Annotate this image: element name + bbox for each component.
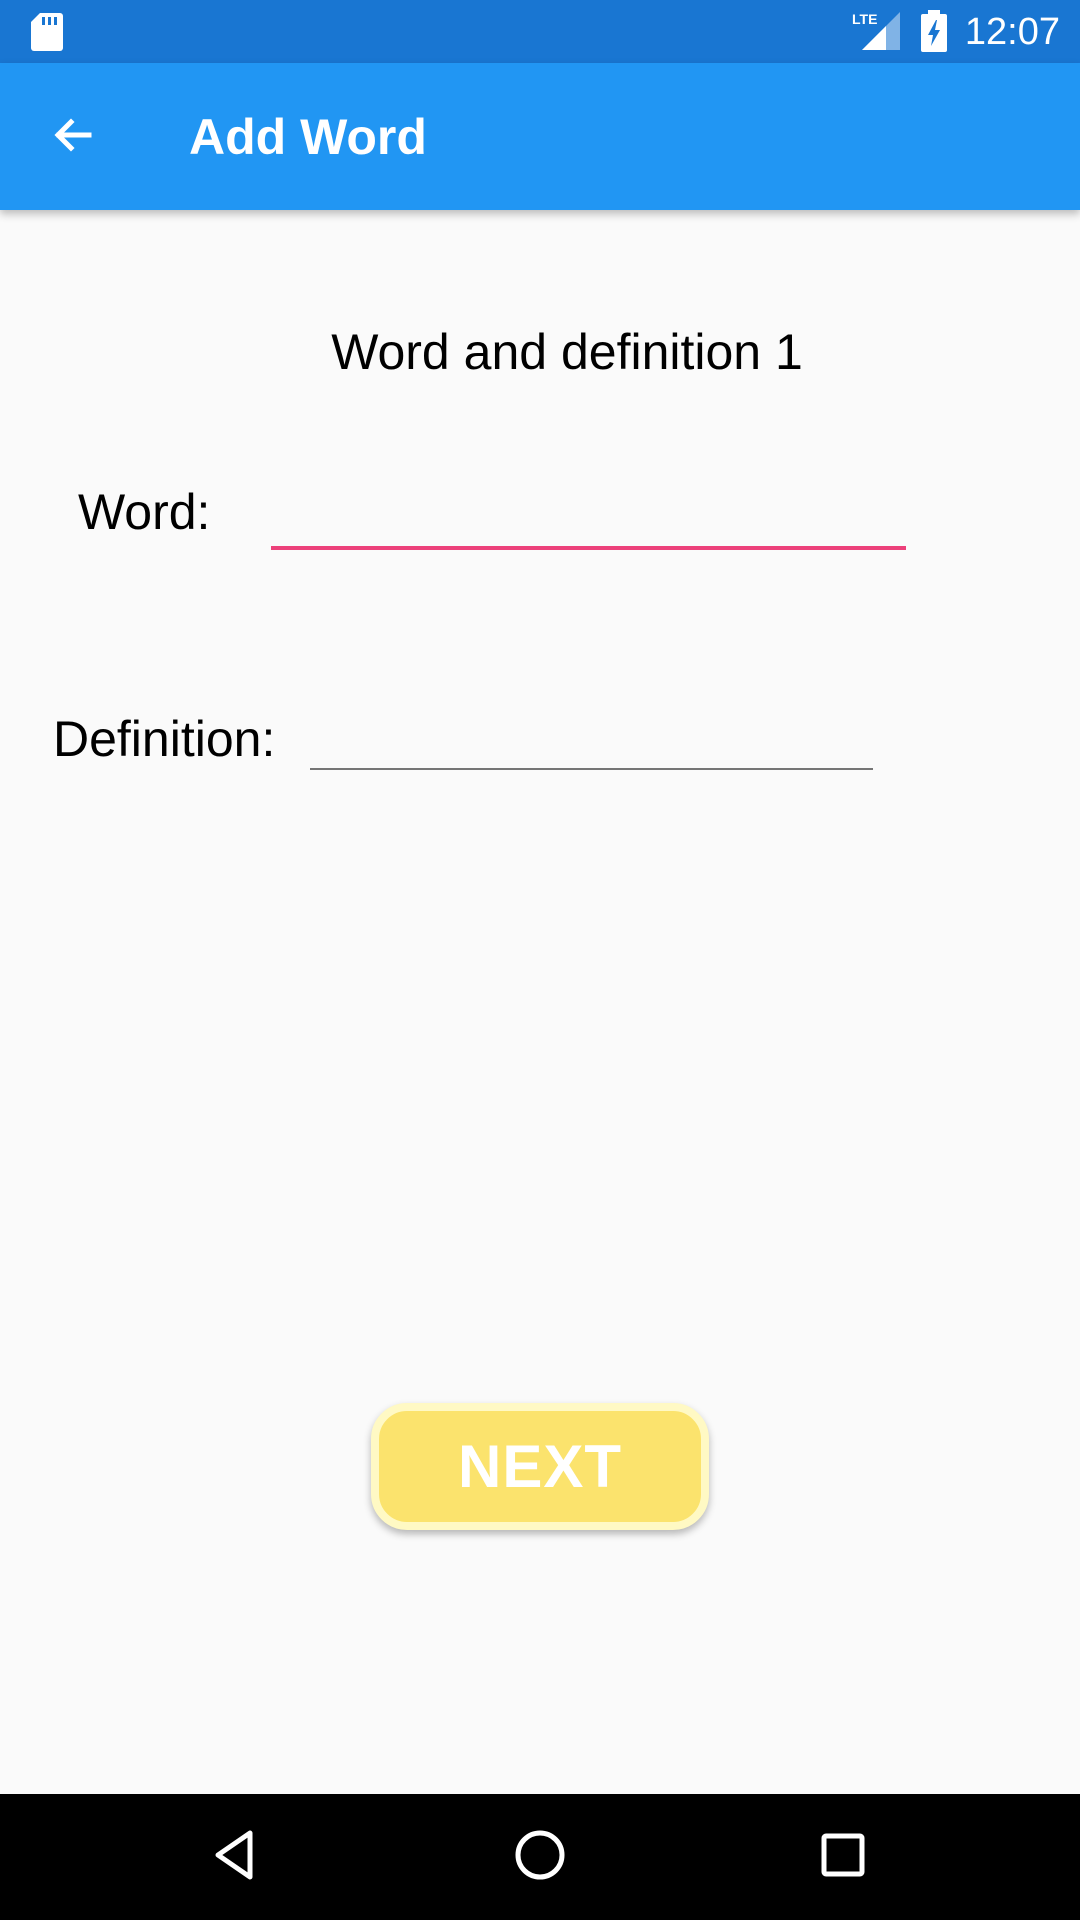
page-title: Add Word — [189, 109, 427, 165]
status-clock: 12:07 — [964, 11, 1060, 53]
back-button[interactable] — [30, 97, 116, 177]
nav-recents-button[interactable] — [803, 1817, 883, 1897]
battery-charging-icon — [920, 10, 948, 52]
navigation-bar — [0, 1794, 1080, 1920]
status-bar: LTE 12:07 — [0, 0, 1080, 63]
lte-signal-icon: LTE — [852, 10, 902, 52]
arrow-back-icon — [49, 111, 97, 164]
definition-label: Definition: — [53, 711, 276, 767]
definition-input[interactable] — [310, 700, 873, 770]
form-heading: Word and definition 1 — [331, 324, 803, 380]
svg-text:LTE: LTE — [852, 11, 877, 27]
nav-back-icon — [206, 1825, 266, 1890]
app-bar: Add Word — [0, 63, 1080, 210]
word-input[interactable] — [271, 475, 906, 550]
next-button[interactable]: NEXT — [371, 1403, 709, 1530]
sd-card-icon — [30, 12, 64, 52]
add-word-form: Word and definition 1 Word: Definition: … — [0, 210, 1080, 1794]
word-label: Word: — [78, 484, 211, 540]
nav-home-button[interactable] — [500, 1817, 580, 1897]
nav-back-button[interactable] — [196, 1817, 276, 1897]
nav-recents-icon — [813, 1825, 873, 1890]
nav-home-icon — [510, 1825, 570, 1890]
